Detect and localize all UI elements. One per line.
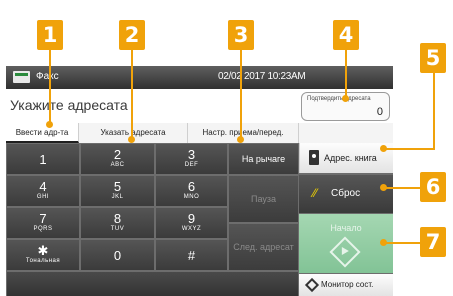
tab-enter-destination[interactable]: Ввести адр-та	[6, 123, 79, 143]
reset-button[interactable]: ⁄⁄ Сброс	[299, 175, 393, 213]
callout-7-dot	[380, 239, 387, 246]
status-monitor-icon	[304, 277, 320, 293]
on-hook-button[interactable]: На рычаге	[229, 144, 298, 174]
callout-5-leader	[433, 73, 435, 149]
start-icon	[329, 236, 361, 268]
next-recipient-button[interactable]: След. адресат	[229, 224, 298, 270]
status-monitor-button[interactable]: Монитор сост.	[299, 274, 393, 296]
callout-1: 1	[37, 20, 63, 50]
destination-count: 0	[376, 106, 383, 118]
key-6[interactable]: 6 MNO	[156, 176, 227, 206]
callout-3-dot	[237, 136, 244, 143]
callout-7: 7	[420, 227, 446, 257]
tab-bar: Ввести адр-та Указать адресата Настр. пр…	[6, 123, 393, 143]
key-5[interactable]: 5 JKL	[81, 176, 154, 206]
callout-6: 6	[420, 172, 446, 202]
callout-2-leader	[131, 50, 133, 138]
destination-entry[interactable]: Укажите адресата Подтвердить адресата 0	[6, 89, 393, 123]
callout-5-leader-h	[383, 148, 435, 150]
callout-2-dot	[128, 136, 135, 143]
app-title: Факс	[36, 71, 59, 82]
callout-2: 2	[119, 20, 145, 50]
callout-4-leader	[345, 50, 347, 97]
key-3[interactable]: 3 DEF	[156, 144, 227, 174]
status-monitor-label: Монитор сост.	[321, 280, 374, 289]
key-2[interactable]: 2 ABC	[81, 144, 154, 174]
key-9[interactable]: 9 WXYZ	[156, 208, 227, 238]
key-0[interactable]: 0	[81, 240, 154, 270]
callout-5: 5	[420, 43, 446, 73]
reset-label: Сброс	[331, 188, 361, 199]
address-book-label: Адрес. книга	[324, 153, 377, 163]
callout-4-dot	[342, 95, 349, 102]
key-4[interactable]: 4 GHI	[7, 176, 79, 206]
address-book-button[interactable]: Адрес. книга	[299, 143, 393, 173]
address-book-icon	[309, 150, 319, 165]
callout-6-leader	[383, 187, 421, 189]
fax-icon	[13, 71, 30, 83]
keypad-footer	[7, 272, 298, 296]
callout-6-dot	[380, 184, 387, 191]
key-8[interactable]: 8 TUV	[81, 208, 154, 238]
key-7[interactable]: 7 PQRS	[7, 208, 79, 238]
fax-panel: Факс 02/02 2017 10:23AM Укажите адресата…	[6, 66, 393, 296]
key-1[interactable]: 1	[7, 144, 79, 174]
reset-icon: ⁄⁄	[313, 186, 318, 200]
callout-1-dot	[46, 121, 53, 128]
destination-prompt: Укажите адресата	[10, 97, 128, 113]
callout-7-leader	[383, 242, 421, 244]
callout-5-dot	[380, 145, 387, 152]
pause-button[interactable]: Пауза	[229, 176, 298, 222]
start-button[interactable]: Начало	[299, 214, 393, 273]
datetime: 02/02 2017 10:23AM	[218, 71, 306, 82]
callout-3: 3	[228, 20, 254, 50]
callout-4: 4	[333, 20, 359, 50]
key-hash[interactable]: #	[156, 240, 227, 270]
confirm-destination-label: Подтвердить адресата	[307, 96, 371, 102]
title-bar: Факс 02/02 2017 10:23AM	[6, 66, 393, 89]
key-tone[interactable]: ✱ Тональная	[7, 240, 79, 270]
callout-1-leader	[49, 50, 51, 123]
callout-3-leader	[240, 50, 242, 138]
start-label: Начало	[330, 223, 362, 233]
